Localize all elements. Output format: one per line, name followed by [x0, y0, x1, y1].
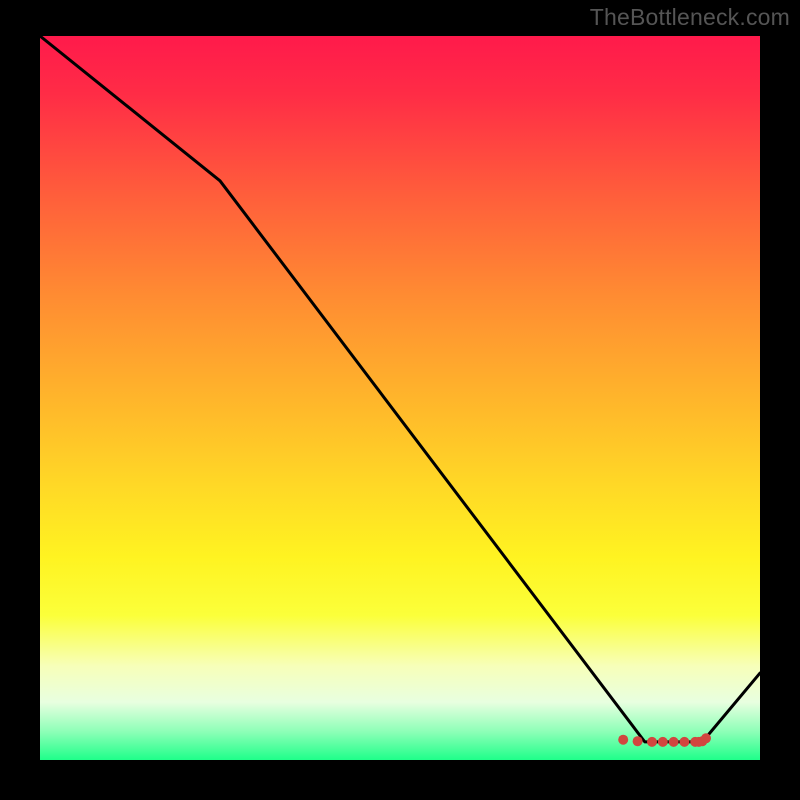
attribution-text: TheBottleneck.com: [590, 4, 790, 31]
chart-frame: TheBottleneck.com: [0, 0, 800, 800]
chart-marker: [618, 735, 628, 745]
chart-line: [40, 36, 760, 742]
chart-marker: [679, 737, 689, 747]
chart-markers: [618, 733, 711, 747]
chart-marker: [633, 736, 643, 746]
chart-marker: [701, 733, 711, 743]
chart-overlay: [40, 36, 760, 760]
plot-area: [40, 36, 760, 760]
chart-marker: [658, 737, 668, 747]
chart-marker: [669, 737, 679, 747]
chart-marker: [647, 737, 657, 747]
